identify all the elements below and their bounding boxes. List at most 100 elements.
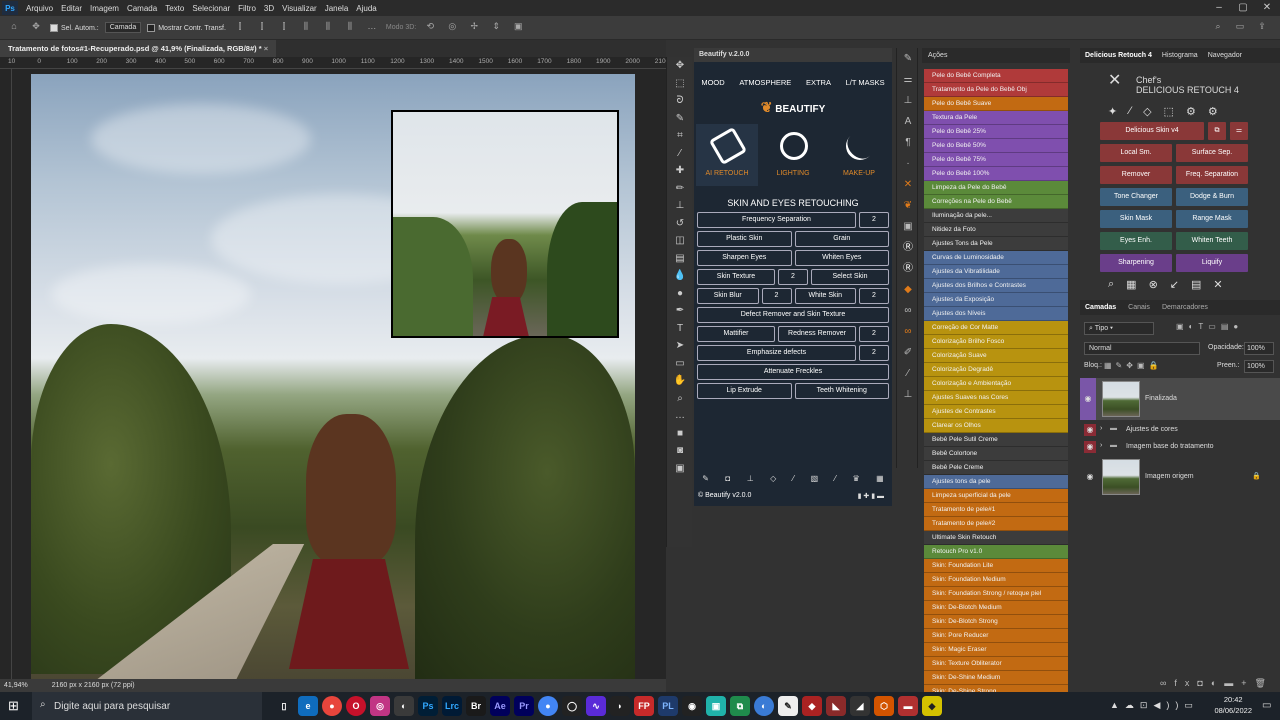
action-item[interactable]: Pele do Bebê 50%: [924, 139, 1068, 153]
bridge-icon[interactable]: Br: [466, 696, 486, 716]
menu-arquivo[interactable]: Arquivo: [22, 4, 57, 13]
action-item[interactable]: Ajustes da Exposição: [924, 293, 1068, 307]
after-effects-icon[interactable]: Ae: [490, 696, 510, 716]
range-mask-button[interactable]: Range Mask: [1176, 210, 1248, 228]
hand-icon[interactable]: ✋: [667, 372, 693, 390]
settings-icon[interactable]: ⚙: [1208, 105, 1218, 118]
skin-blur-count[interactable]: 2: [761, 288, 792, 304]
beautify-tab-atmosphere[interactable]: ATMOSPHERE: [739, 78, 791, 87]
frequency-separation-count[interactable]: 2: [859, 212, 889, 228]
opacity-input[interactable]: 100%: [1244, 342, 1274, 355]
layer-actions-icons[interactable]: ∞fx◘◐▬+🗑: [1160, 678, 1274, 689]
action-item[interactable]: Skin: Texture Obliterator: [924, 657, 1068, 671]
action-item[interactable]: Tratamento de pele#2: [924, 517, 1068, 531]
leaf-plugin-icon[interactable]: ❦: [897, 195, 919, 216]
character-icon[interactable]: A: [897, 111, 919, 132]
lock-icons[interactable]: ▦✎✥▣🔒: [1104, 361, 1162, 370]
action-item[interactable]: Ajustes de Contrastes: [924, 405, 1068, 419]
language-flags-icon[interactable]: ▮ ✚ ▮ ▬: [858, 492, 884, 500]
sliders-icon[interactable]: ⚌: [897, 69, 919, 90]
lightroom-icon[interactable]: Lrc: [442, 696, 462, 716]
opera-icon[interactable]: O: [346, 696, 366, 716]
action-item[interactable]: Retouch Pro v1.0: [924, 545, 1068, 559]
select-skin-button[interactable]: Select Skin: [811, 269, 889, 285]
eye-icon[interactable]: ◉: [1080, 378, 1096, 420]
layer-group-name[interactable]: Ajustes de cores: [1126, 426, 1178, 433]
blur-icon[interactable]: 💧: [667, 267, 693, 285]
action-item[interactable]: Pele do Bebê 100%: [924, 167, 1068, 181]
surface-separation-button[interactable]: Surface Sep.: [1176, 144, 1248, 162]
pin-icon[interactable]: ⊗: [1149, 278, 1158, 291]
action-item[interactable]: Ajustes dos Níveis: [924, 307, 1068, 321]
more-tools-icon[interactable]: …: [667, 407, 693, 425]
tab-layers[interactable]: Camadas: [1085, 300, 1116, 315]
action-item[interactable]: Pele do Bebê Suave: [924, 97, 1068, 111]
align-bottom-icon[interactable]: ⫼: [342, 21, 358, 35]
app-white-icon[interactable]: ✎: [778, 696, 798, 716]
grain-button[interactable]: Grain: [794, 231, 889, 247]
shape-icon[interactable]: ▭: [667, 355, 693, 373]
fill-icon[interactable]: ▧: [811, 474, 819, 488]
home-icon[interactable]: ⌂: [6, 21, 22, 35]
action-item[interactable]: Curvas de Luminosidade: [924, 251, 1068, 265]
action-item[interactable]: Pele do Bebê 75%: [924, 153, 1068, 167]
white-skin-count[interactable]: 2: [859, 288, 889, 304]
quick-select-icon[interactable]: ✎: [667, 110, 693, 128]
pencil-icon[interactable]: ✎: [702, 474, 709, 488]
beautify-tab-extra[interactable]: EXTRA: [806, 78, 831, 87]
mode-lighting[interactable]: LIGHTING: [762, 124, 824, 186]
layer-group-row[interactable]: ◉ › ▬ Ajustes de cores: [1080, 422, 1280, 438]
eraser-icon[interactable]: ◫: [667, 232, 693, 250]
liquify-button[interactable]: Liquify: [1176, 254, 1248, 272]
chevron-right-icon[interactable]: ›: [1100, 425, 1102, 432]
fill-input[interactable]: 100%: [1244, 360, 1274, 373]
app-icon[interactable]: ◐: [394, 696, 414, 716]
action-item[interactable]: Colorização Degradê: [924, 363, 1068, 377]
orange-link-icon[interactable]: ∞: [897, 321, 919, 342]
menu-janela[interactable]: Janela: [321, 4, 353, 13]
emphasize-defects-count[interactable]: 2: [859, 345, 889, 361]
notification-icon[interactable]: ▭: [1262, 700, 1271, 711]
action-item[interactable]: Skin: De-Shine Medium: [924, 671, 1068, 685]
close-icon[interactable]: ✕: [1256, 0, 1278, 16]
screen-mode-icon[interactable]: ▣: [667, 460, 693, 478]
tab-navigator[interactable]: Navegador: [1208, 48, 1242, 63]
menu-editar[interactable]: Editar: [57, 4, 86, 13]
action-item[interactable]: Tratamento de pele#1: [924, 503, 1068, 517]
app-purple-icon[interactable]: ∿: [586, 696, 606, 716]
local-smoothing-button[interactable]: Local Sm.: [1100, 144, 1172, 162]
menu-selecionar[interactable]: Selecionar: [188, 4, 234, 13]
system-tray-icons[interactable]: ▲☁⊡◀))▭: [1110, 700, 1199, 711]
action-item[interactable]: Ajustes dos Brilhos e Contrastes: [924, 279, 1068, 293]
action-item[interactable]: Ajustes Tons da Pele: [924, 237, 1068, 251]
action-item[interactable]: Ultimate Skin Retouch: [924, 531, 1068, 545]
app-maroon-icon[interactable]: ◣: [826, 696, 846, 716]
action-item[interactable]: Bebê Pele Sutil Creme: [924, 433, 1068, 447]
action-item[interactable]: Pele do Bebê Completa: [924, 69, 1068, 83]
zoom-icon[interactable]: ⌕: [1108, 278, 1114, 291]
layer-group-name[interactable]: Imagem base do tratamento: [1126, 443, 1214, 450]
app-circle-icon[interactable]: ◉: [682, 696, 702, 716]
action-item[interactable]: Bebê Colortone: [924, 447, 1068, 461]
healing-icon[interactable]: ✚: [667, 162, 693, 180]
remover-button[interactable]: Remover: [1100, 166, 1172, 184]
crown-icon[interactable]: ♛: [852, 474, 859, 488]
blend-mode-select[interactable]: Normal: [1084, 342, 1200, 355]
brush-icon[interactable]: ✏: [667, 180, 693, 198]
canvas-area[interactable]: [12, 69, 666, 679]
mattifier-button[interactable]: Mattifier: [697, 326, 775, 342]
white-skin-button[interactable]: White Skin: [794, 288, 856, 304]
menu-imagem[interactable]: Imagem: [86, 4, 123, 13]
tools-x-icon[interactable]: ✕: [897, 174, 919, 195]
app-red-icon[interactable]: ◆: [802, 696, 822, 716]
brush-settings-icon[interactable]: ✎: [897, 48, 919, 69]
lasso-icon[interactable]: ᘐ: [667, 92, 693, 110]
grid-icon[interactable]: ▦: [1126, 278, 1136, 291]
eye-icon[interactable]: ◉: [1084, 441, 1096, 453]
chrome-icon[interactable]: ●: [322, 696, 342, 716]
action-item[interactable]: Tratamento da Pele do Bebê Obj: [924, 83, 1068, 97]
teeth-whitening-button[interactable]: Teeth Whitening: [794, 383, 889, 399]
path-select-icon[interactable]: ➤: [667, 337, 693, 355]
eyes-enhance-button[interactable]: Eyes Enh.: [1100, 232, 1172, 250]
menu-texto[interactable]: Texto: [161, 4, 188, 13]
